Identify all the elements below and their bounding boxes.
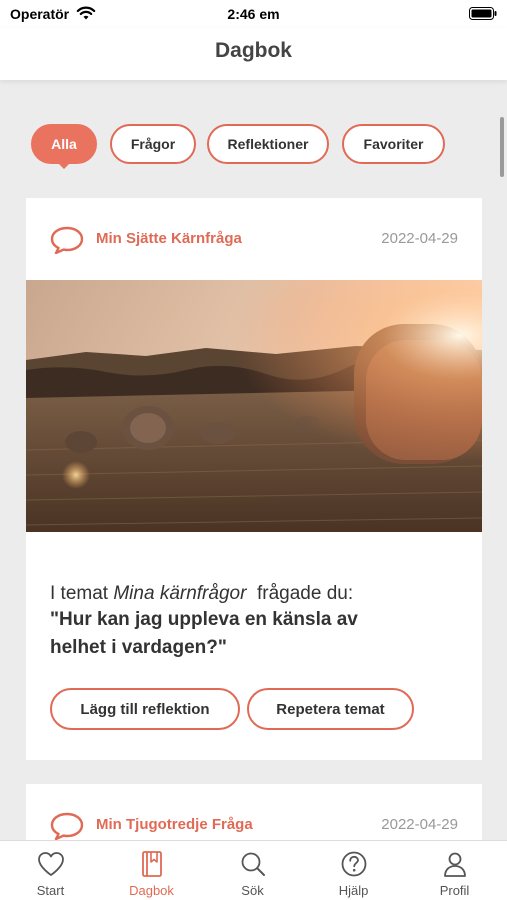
tab-label: Profil [439, 883, 470, 898]
help-icon [341, 851, 367, 877]
repeat-theme-button[interactable]: Repetera temat [247, 688, 414, 730]
intro-prefix: I temat [50, 583, 114, 604]
tab-label: Start [36, 883, 65, 898]
speech-bubble-icon [50, 226, 84, 254]
search-icon [241, 852, 265, 876]
tab-bar: Start Dagbok Sök Hjälp Profil [0, 840, 507, 900]
intro-suffix: frågade du: [246, 583, 354, 604]
question-line: helhet i vardagen?" [50, 637, 227, 658]
status-time: 2:46 em [227, 6, 280, 22]
battery-icon [469, 7, 497, 20]
card-header: Min Sjätte Kärnfråga 2022-04-29 [26, 198, 482, 280]
filter-chip-reflections[interactable]: Reflektioner [207, 124, 329, 164]
filter-chip-all[interactable]: Alla [31, 124, 97, 169]
tab-profil[interactable]: Profil [404, 841, 505, 900]
entry-title[interactable]: Min Tjugotredje Fråga [96, 816, 253, 833]
filter-chip-favorites[interactable]: Favoriter [342, 124, 445, 164]
heart-icon [38, 852, 64, 876]
tab-sok[interactable]: Sök [202, 841, 303, 900]
question-intro: I temat Mina kärnfrågor frågade du: [50, 583, 460, 605]
entry-date: 2022-04-29 [381, 816, 458, 833]
tab-label: Sök [241, 883, 264, 898]
filter-chip-questions[interactable]: Frågor [110, 124, 196, 164]
entry-date: 2022-04-29 [381, 230, 458, 247]
tab-dagbok[interactable]: Dagbok [101, 841, 202, 900]
hay-field-photo [26, 280, 482, 532]
tab-label: Dagbok [129, 883, 174, 898]
nav-bar: Dagbok [0, 28, 507, 80]
journal-entry-card[interactable]: Min Sjätte Kärnfråga 2022-04-29 I temat … [26, 198, 482, 760]
speech-bubble-icon [50, 812, 84, 840]
journal-icon [142, 851, 162, 877]
theme-name: Mina kärnfrågor [113, 583, 247, 604]
page-title: Dagbok [214, 39, 292, 62]
question-line: "Hur kan jag uppleva en känsla av [50, 609, 358, 630]
question-text: "Hur kan jag uppleva en känsla av helhet… [50, 606, 460, 662]
add-reflection-button[interactable]: Lägg till reflektion [50, 688, 240, 730]
tab-hjalp[interactable]: Hjälp [303, 841, 404, 900]
status-bar: Operatör 2:46 em [0, 0, 507, 28]
tab-start[interactable]: Start [0, 841, 101, 900]
entry-title[interactable]: Min Sjätte Kärnfråga [96, 230, 242, 247]
scrollbar[interactable] [500, 117, 504, 177]
tab-label: Hjälp [338, 883, 369, 898]
profile-icon [444, 852, 466, 877]
